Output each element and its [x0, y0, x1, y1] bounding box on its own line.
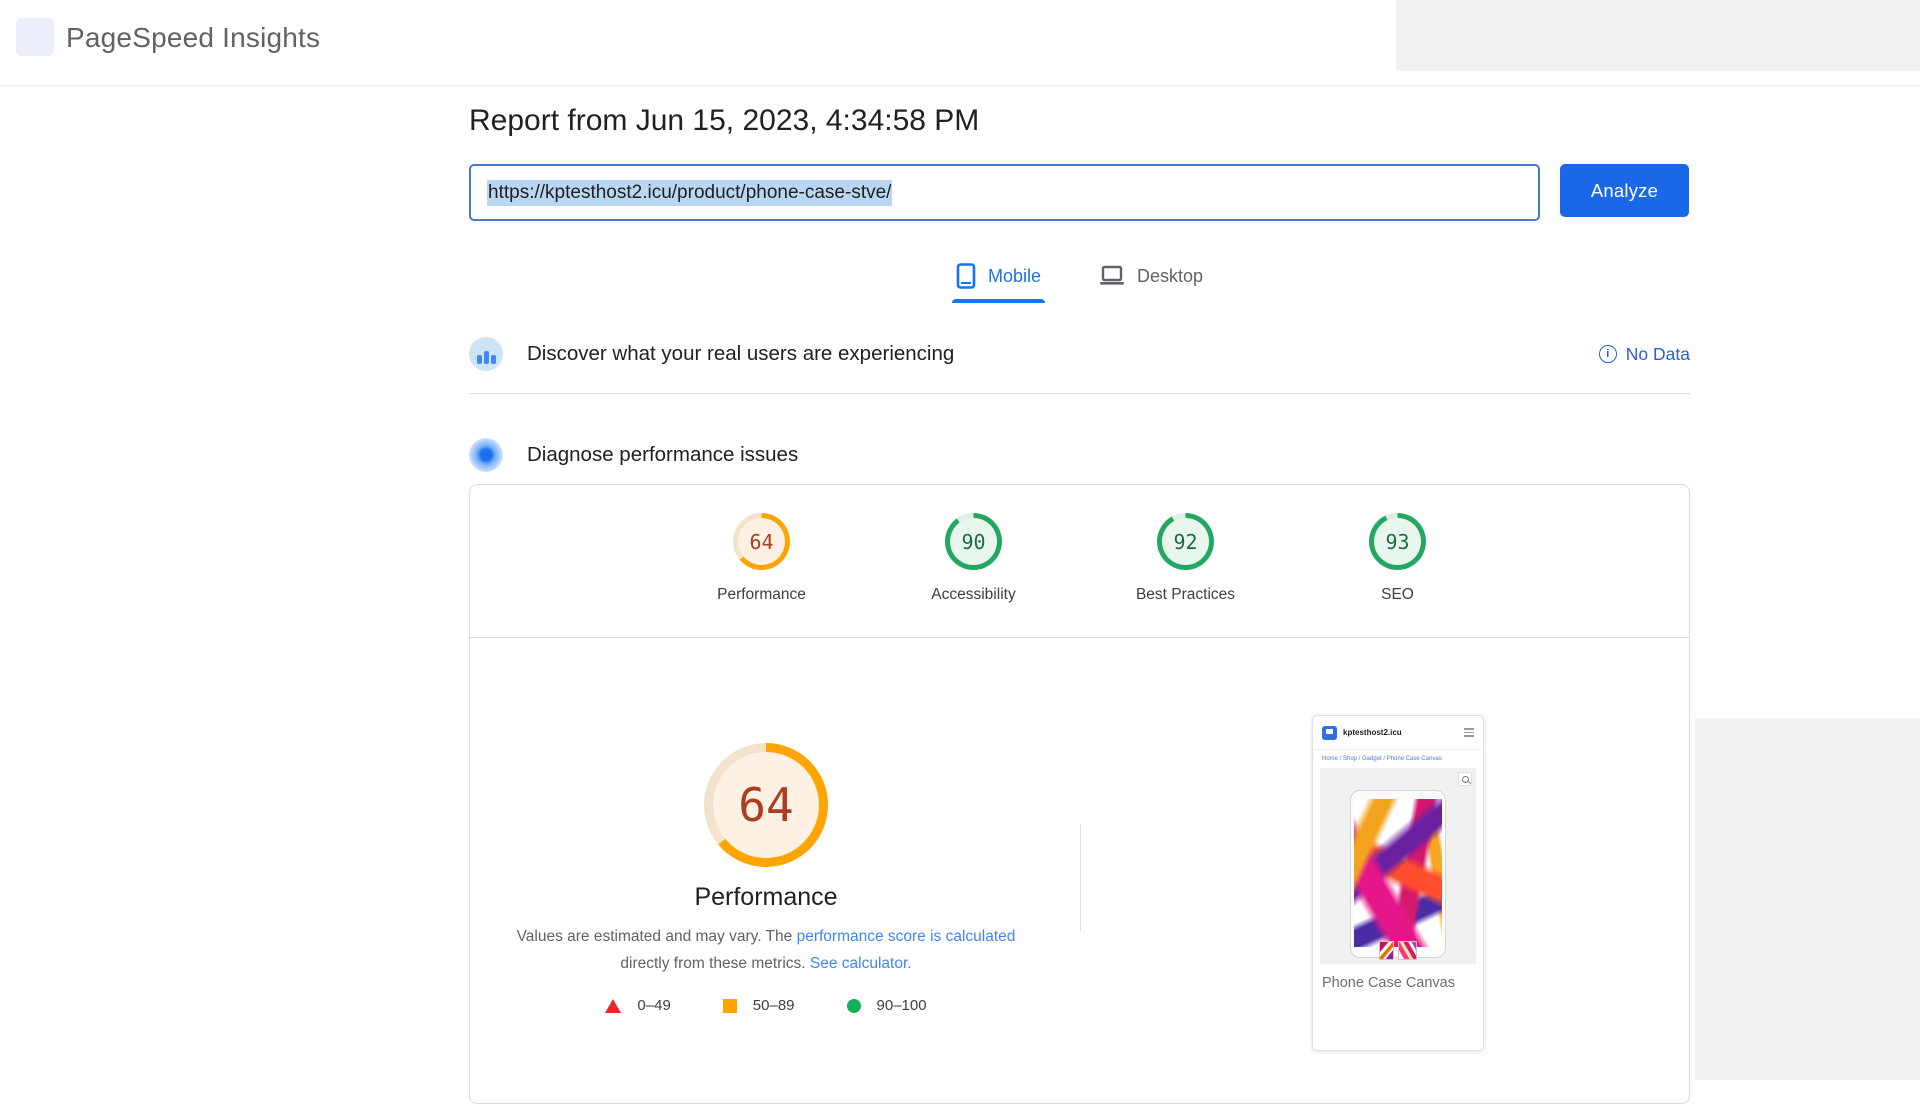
mobile-phone-icon — [956, 263, 976, 289]
poor-triangle-icon — [605, 999, 621, 1013]
product-title: Phone Case Canvas — [1313, 964, 1483, 993]
performance-big-gauge: 64 — [704, 743, 828, 867]
score-value: 90 — [961, 530, 985, 554]
mini-thumb — [1398, 941, 1417, 960]
lab-data-title: Diagnose performance issues — [527, 443, 798, 467]
gauge-label: Best Practices — [1136, 586, 1235, 604]
overlay-block-top-right — [1396, 0, 1920, 71]
real-users-icon — [469, 337, 503, 371]
gauge-accessibility[interactable]: 90 Accessibility — [916, 513, 1032, 604]
section-divider — [469, 393, 1690, 394]
vertical-divider — [1080, 824, 1081, 931]
big-gauge-label: Performance — [644, 883, 888, 912]
hamburger-menu-icon — [1464, 726, 1474, 739]
field-data-title: Discover what your real users are experi… — [527, 342, 954, 366]
average-square-icon — [723, 999, 737, 1013]
explanation-text: directly from these metrics. — [620, 955, 810, 972]
score-value: 64 — [749, 530, 773, 554]
tab-desktop[interactable]: Desktop — [1099, 263, 1203, 303]
gauge-label: SEO — [1381, 586, 1414, 604]
no-data-link[interactable]: i No Data — [1599, 344, 1690, 365]
final-screenshot-thumbnail[interactable]: kptesthost2.icu Home / Shop / Gadget / P… — [1312, 715, 1484, 1051]
category-gauges-row: 64 Performance 90 Accessibility 92 Best … — [470, 513, 1689, 604]
magnifier-icon — [1458, 772, 1472, 786]
calc-link-2[interactable]: See calculator. — [810, 955, 912, 972]
desktop-laptop-icon — [1099, 265, 1125, 287]
device-tabs: Mobile Desktop — [469, 263, 1690, 303]
legend-range: 50–89 — [753, 997, 795, 1014]
product-mini-thumbnails — [1379, 941, 1417, 960]
lab-data-row: Diagnose performance issues — [469, 438, 1690, 472]
url-row: https://kptesthost2.icu/product/phone-ca… — [469, 164, 1690, 221]
legend-item-poor: 0–49 — [605, 997, 670, 1014]
explanation-text: Values are estimated and may vary. The — [517, 928, 797, 945]
score-value: 93 — [1385, 530, 1409, 554]
gauge-label: Accessibility — [931, 586, 1015, 604]
gauge-performance[interactable]: 64 Performance — [704, 513, 820, 604]
site-name: kptesthost2.icu — [1343, 728, 1402, 737]
gauge-seo[interactable]: 93 SEO — [1340, 513, 1456, 604]
url-selected-text: https://kptesthost2.icu/product/phone-ca… — [487, 180, 892, 206]
analyze-button[interactable]: Analyze — [1560, 164, 1689, 217]
score-legend: 0–49 50–89 90–100 — [486, 997, 1046, 1014]
overlay-block-bottom-right — [1695, 718, 1920, 1080]
good-circle-icon — [847, 999, 861, 1013]
url-input[interactable]: https://kptesthost2.icu/product/phone-ca… — [469, 164, 1540, 221]
tab-mobile[interactable]: Mobile — [956, 263, 1041, 303]
breadcrumb: Home / Shop / Gadget / Phone Case Canvas — [1313, 750, 1483, 764]
tab-desktop-label: Desktop — [1137, 266, 1203, 287]
product-image-area — [1320, 768, 1476, 964]
report-card: 64 Performance 90 Accessibility 92 Best … — [469, 484, 1690, 1104]
gauge-label: Performance — [717, 586, 806, 604]
score-explanation: Values are estimated and may vary. The p… — [486, 923, 1046, 977]
thumb-site-header: kptesthost2.icu — [1313, 716, 1483, 750]
gauge-best-practices[interactable]: 92 Best Practices — [1128, 513, 1244, 604]
app-title: PageSpeed Insights — [66, 22, 320, 54]
no-data-label: No Data — [1626, 344, 1690, 365]
field-data-row: Discover what your real users are experi… — [469, 337, 1690, 371]
info-icon: i — [1599, 345, 1617, 363]
legend-item-average: 50–89 — [723, 997, 795, 1014]
phone-case-image — [1350, 790, 1446, 958]
big-score-value: 64 — [738, 778, 793, 832]
card-divider — [470, 637, 1689, 638]
legend-range: 0–49 — [637, 997, 670, 1014]
report-title: Report from Jun 15, 2023, 4:34:58 PM — [469, 104, 1690, 138]
legend-item-good: 90–100 — [847, 997, 927, 1014]
calc-link-1[interactable]: performance score is calculated — [797, 928, 1016, 945]
lab-data-icon — [469, 438, 503, 472]
site-logo-icon — [1322, 726, 1337, 740]
legend-range: 90–100 — [877, 997, 927, 1014]
main-content: Report from Jun 15, 2023, 4:34:58 PM htt… — [469, 86, 1690, 472]
score-value: 92 — [1173, 530, 1197, 554]
tab-mobile-label: Mobile — [988, 266, 1041, 287]
mini-thumb — [1379, 941, 1394, 960]
pagespeed-logo-icon — [12, 14, 58, 60]
